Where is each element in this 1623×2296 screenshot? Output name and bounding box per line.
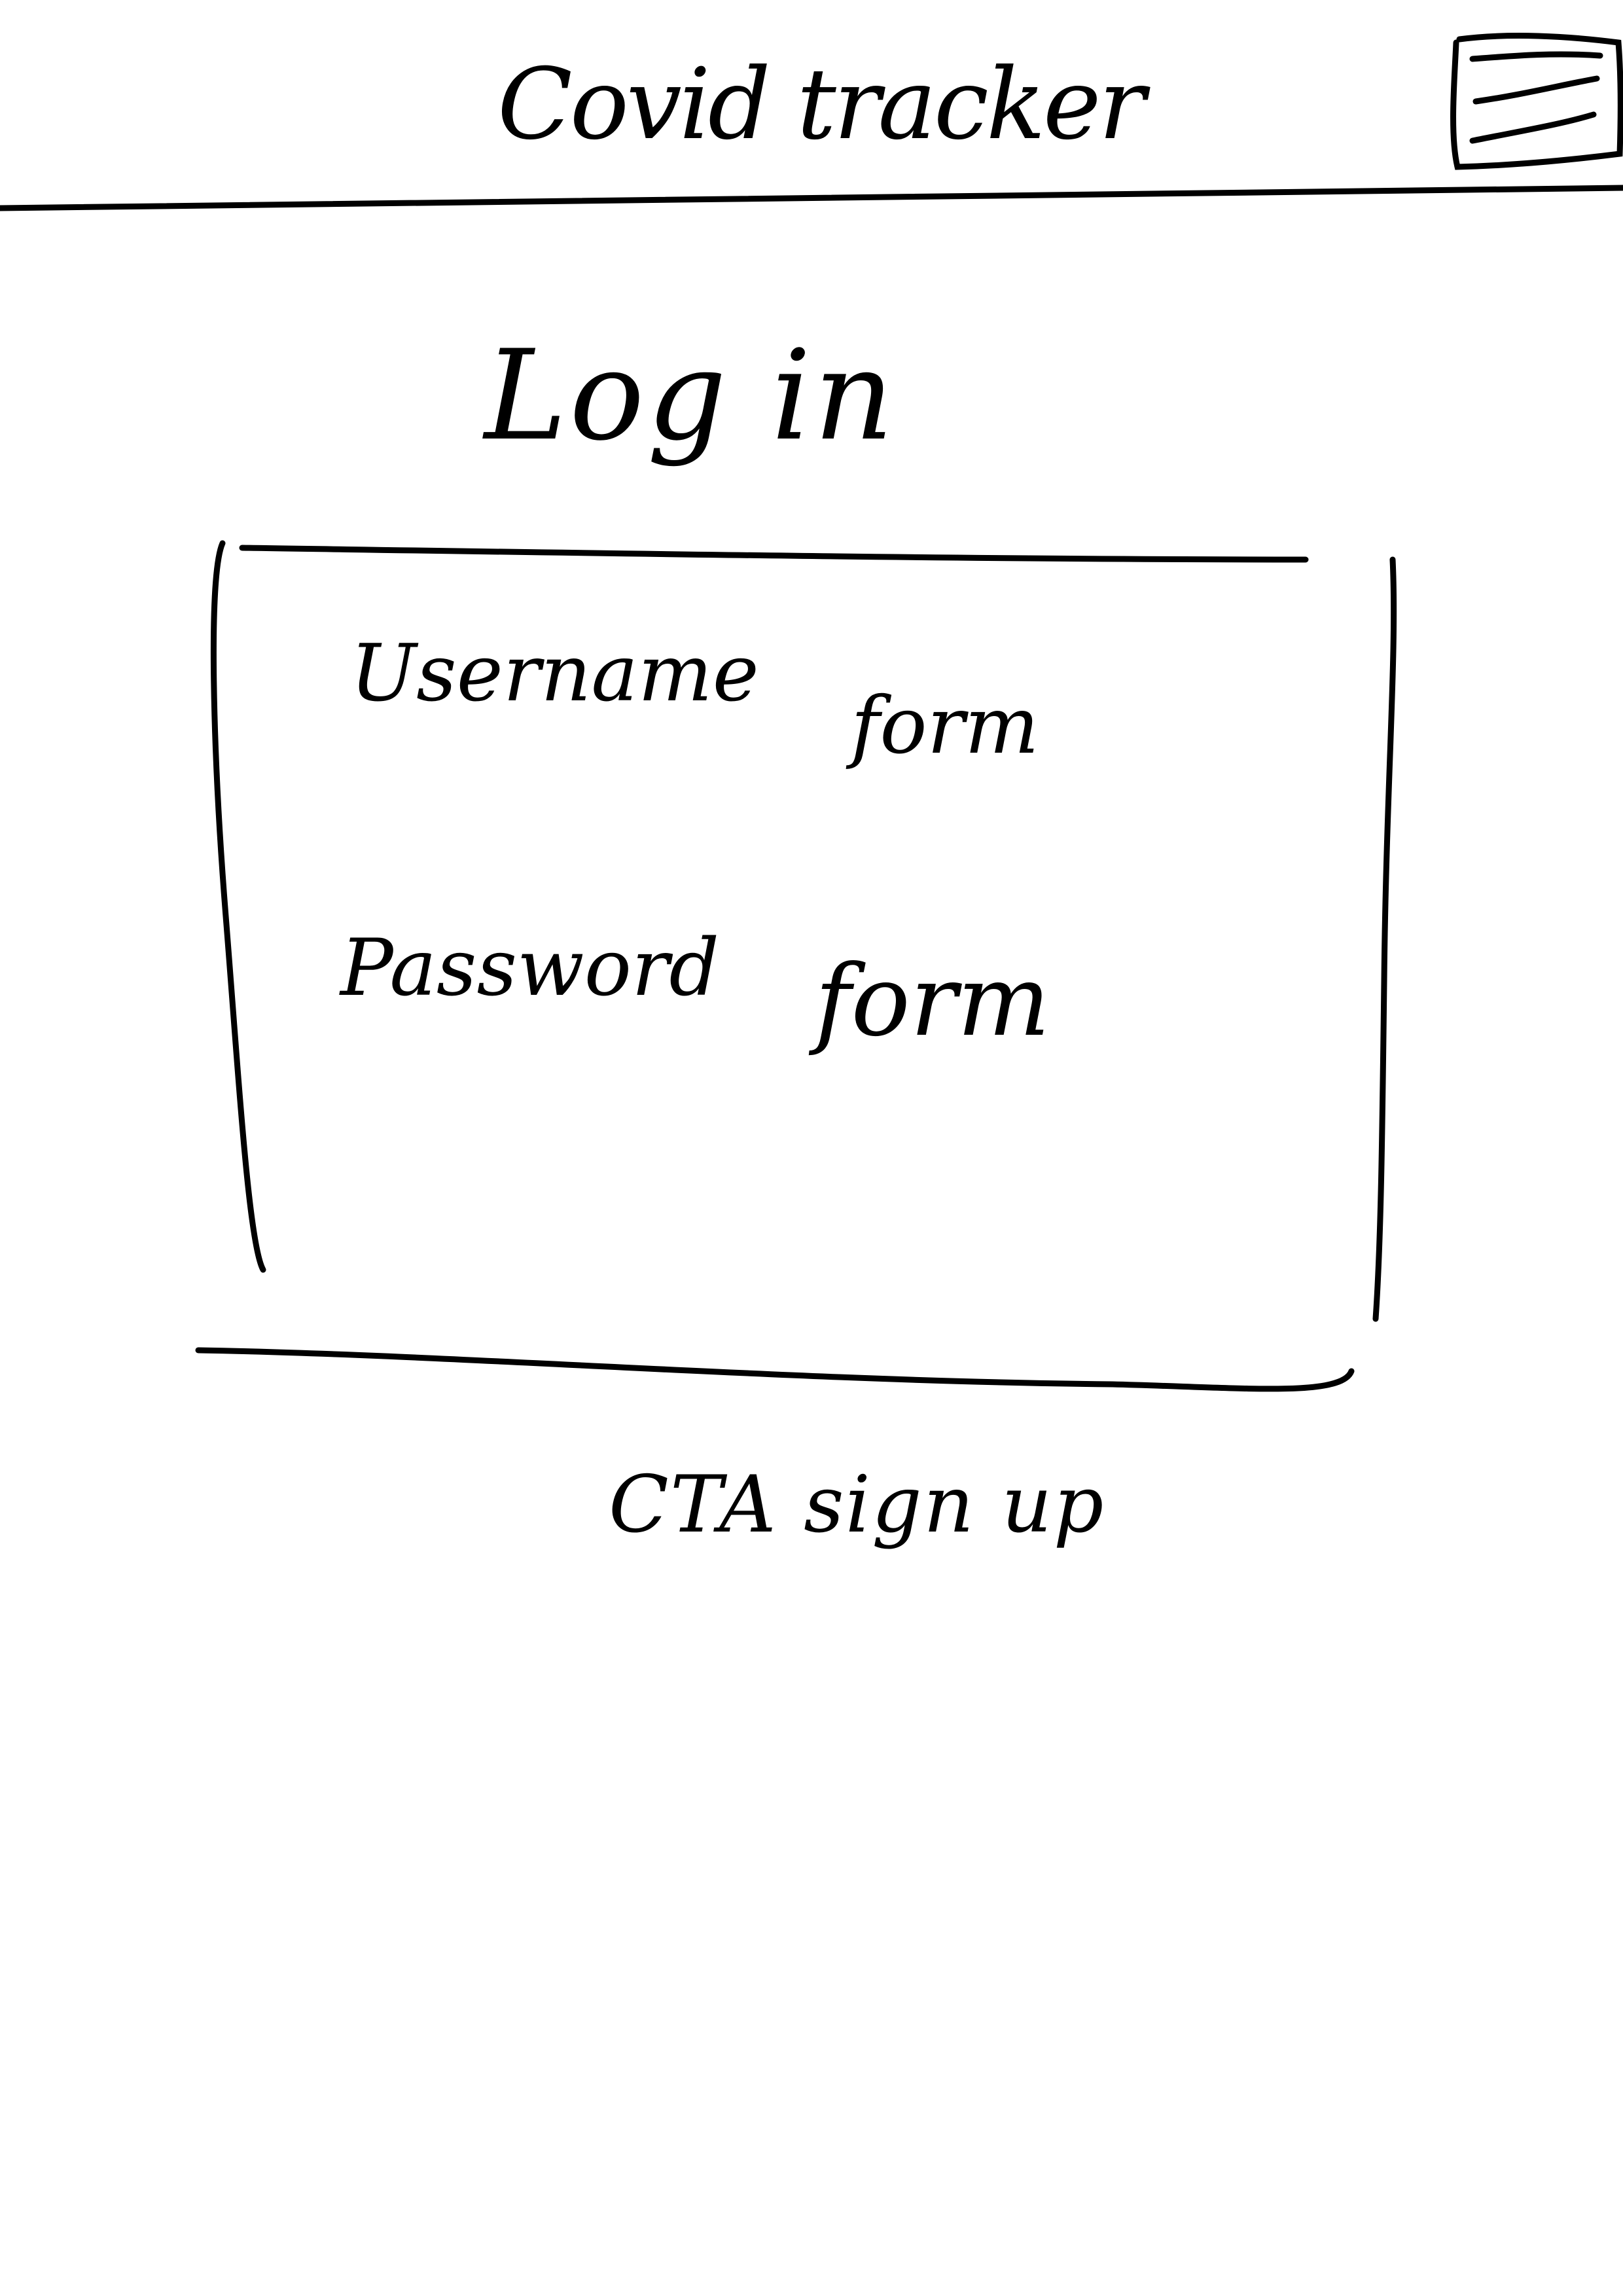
username-label: Username <box>350 628 759 719</box>
form-box-left-edge <box>210 540 266 1273</box>
password-label: Password <box>340 923 720 1014</box>
form-box-bottom-edge <box>195 1347 1355 1392</box>
page-title: Log in <box>484 323 897 468</box>
password-input[interactable]: form <box>815 952 1050 1050</box>
signup-cta-button[interactable]: CTA sign up <box>609 1466 1105 1545</box>
header-divider <box>0 185 1623 211</box>
username-input[interactable]: form <box>851 687 1039 766</box>
form-box-right-edge <box>1372 556 1397 1322</box>
menu-button[interactable] <box>1436 16 1623 180</box>
hamburger-menu-icon <box>1450 33 1623 170</box>
form-box-top-edge <box>239 545 1309 563</box>
app-title: Covid tracker <box>497 48 1145 162</box>
